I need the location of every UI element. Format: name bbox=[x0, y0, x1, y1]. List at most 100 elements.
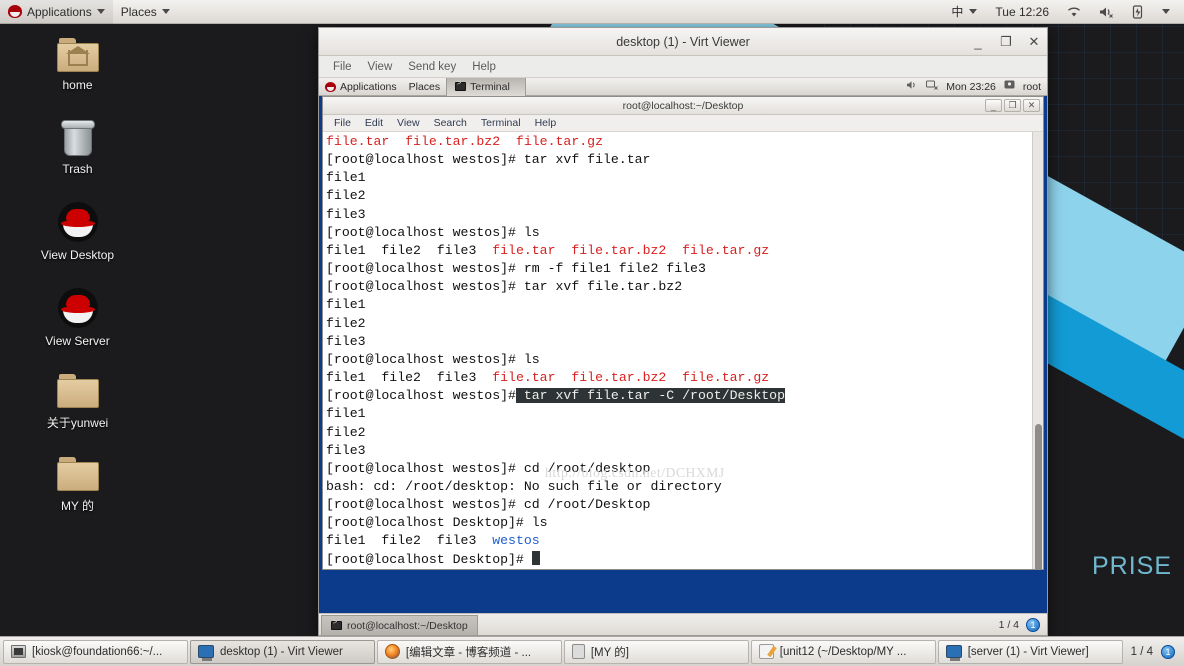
terminal-line: file3 bbox=[326, 442, 366, 458]
terminal-menu-terminal[interactable]: Terminal bbox=[474, 116, 528, 130]
terminal-line: [root@localhost westos]# ls bbox=[326, 224, 540, 240]
terminal-line: file1 bbox=[326, 170, 366, 186]
guest-panel-tray: Mon 23:26 root bbox=[906, 80, 1047, 93]
desktop-icon-label: Trash bbox=[62, 162, 93, 176]
maximize-button[interactable]: ❐ bbox=[999, 34, 1013, 50]
host-taskbar: [kiosk@foundation66:~/... desktop (1) - … bbox=[0, 636, 1184, 666]
taskbar-item-server-virt-viewer[interactable]: [server (1) - Virt Viewer] bbox=[937, 639, 1123, 664]
taskbar-workspace-badge[interactable]: 1 bbox=[1161, 644, 1176, 659]
terminal-menu-help[interactable]: Help bbox=[528, 116, 564, 130]
spice-display-area[interactable]: root@localhost:~/Desktop _ ❐ ✕ File Edit… bbox=[319, 96, 1047, 613]
terminal-menu-view[interactable]: View bbox=[390, 116, 427, 130]
taskbar-item-my-files[interactable]: [MY 的] bbox=[563, 639, 749, 664]
menu-view[interactable]: View bbox=[360, 59, 401, 75]
desktop-icon-view-desktop[interactable]: View Desktop bbox=[0, 198, 155, 266]
taskbar-item-kiosk-terminal[interactable]: [kiosk@foundation66:~/... bbox=[3, 639, 188, 664]
virt-viewer-window: desktop (1) - Virt Viewer _ ❐ ✕ File Vie… bbox=[318, 27, 1048, 636]
terminal-menu-edit[interactable]: Edit bbox=[358, 116, 390, 130]
terminal-line: [root@localhost westos]# cd /root/deskto… bbox=[326, 460, 651, 476]
taskbar-item-unit12-editor[interactable]: [unit12 (~/Desktop/MY ... bbox=[750, 639, 936, 664]
virt-viewer-statusbar: root@localhost:~/Desktop 1 / 4 1 bbox=[319, 613, 1047, 635]
virt-viewer-window-controls: _ ❐ ✕ bbox=[971, 28, 1041, 56]
terminal-maximize-button[interactable]: ❐ bbox=[1004, 99, 1021, 112]
taskbar-item-desktop-virt-viewer[interactable]: desktop (1) - Virt Viewer bbox=[189, 639, 375, 664]
guest-window-task-terminal[interactable]: Terminal bbox=[446, 77, 527, 96]
taskbar-item-label: [kiosk@foundation66:~/... bbox=[32, 645, 163, 658]
host-top-panel: Applications Places 中 Tue 12:26 bbox=[0, 0, 1184, 24]
terminal-line: bash: cd: /root/desktop: No such file or… bbox=[326, 478, 722, 494]
guest-user-label[interactable]: root bbox=[1023, 81, 1041, 93]
guest-places-label: Places bbox=[408, 80, 441, 93]
redhat-logo-icon bbox=[8, 5, 22, 18]
taskbar-page-indicator: 1 / 4 bbox=[1130, 645, 1154, 658]
terminal-title: root@localhost:~/Desktop bbox=[622, 99, 744, 112]
desktop-icon-list: home Trash View Desktop View Server 关于yu… bbox=[0, 34, 155, 536]
terminal-minimize-button[interactable]: _ bbox=[985, 99, 1002, 112]
virt-viewer-tab-label: root@localhost:~/Desktop bbox=[347, 619, 468, 632]
taskbar-item-label: desktop (1) - Virt Viewer bbox=[219, 645, 343, 658]
network-disconnected-icon[interactable] bbox=[926, 80, 939, 93]
desktop-icon-trash[interactable]: Trash bbox=[0, 114, 155, 180]
guest-places-menu[interactable]: Places bbox=[403, 78, 447, 96]
host-panel-tray: 中 Tue 12:26 bbox=[943, 0, 1184, 24]
terminal-line: [root@localhost Desktop]# ls bbox=[326, 515, 548, 531]
terminal-menu-file[interactable]: File bbox=[327, 116, 358, 130]
workspace-badge[interactable]: 1 bbox=[1026, 617, 1040, 632]
menu-file[interactable]: File bbox=[325, 59, 360, 75]
desktop-icon-label: View Desktop bbox=[40, 248, 115, 262]
home-folder-icon bbox=[56, 38, 99, 72]
guest-applications-menu[interactable]: Applications bbox=[319, 78, 403, 96]
desktop-icon-label: View Server bbox=[45, 334, 110, 348]
wallpaper-text: PRISE bbox=[1091, 552, 1172, 580]
desktop-icon-view-server[interactable]: View Server bbox=[0, 284, 155, 352]
folder-icon bbox=[56, 457, 99, 491]
guest-applications-label: Applications bbox=[340, 80, 397, 93]
terminal-icon bbox=[11, 645, 26, 658]
terminal-line: file1 file2 file3 westos bbox=[326, 533, 540, 549]
guest-top-panel: Applications Places Terminal Mon 23:26 r… bbox=[319, 77, 1047, 96]
virt-viewer-menubar: File View Send key Help bbox=[319, 56, 1047, 78]
guest-clock[interactable]: Mon 23:26 bbox=[946, 81, 996, 93]
battery-icon[interactable] bbox=[1124, 0, 1152, 24]
terminal-line: [root@localhost Desktop]# bbox=[326, 550, 1043, 569]
places-menu[interactable]: Places bbox=[113, 0, 178, 24]
menu-send-key[interactable]: Send key bbox=[400, 59, 464, 75]
terminal-menubar: File Edit View Search Terminal Help bbox=[323, 115, 1043, 132]
close-button[interactable]: ✕ bbox=[1027, 34, 1041, 50]
desktop-icon-home[interactable]: home bbox=[0, 34, 155, 96]
wifi-icon[interactable] bbox=[1059, 0, 1089, 24]
taskbar-item-firefox[interactable]: [编辑文章 - 博客频道 - ... bbox=[376, 639, 562, 664]
terminal-output[interactable]: file.tar file.tar.bz2 file.tar.gz [root@l… bbox=[323, 132, 1043, 569]
terminal-titlebar[interactable]: root@localhost:~/Desktop _ ❐ ✕ bbox=[323, 97, 1043, 115]
terminal-scrollbar-thumb[interactable] bbox=[1035, 424, 1042, 569]
host-clock-label: Tue 12:26 bbox=[995, 4, 1049, 19]
user-icon[interactable] bbox=[1004, 80, 1015, 93]
chevron-down-icon bbox=[96, 9, 105, 14]
virt-viewer-display-tab[interactable]: root@localhost:~/Desktop bbox=[321, 615, 478, 635]
places-menu-label: Places bbox=[120, 4, 157, 19]
redhat-icon bbox=[56, 202, 100, 242]
terminal-close-button[interactable]: ✕ bbox=[1023, 99, 1040, 112]
terminal-scrollbar[interactable] bbox=[1032, 132, 1043, 569]
virt-viewer-status-right: 1 / 4 1 bbox=[999, 617, 1047, 632]
terminal-line: [root@localhost westos]# tar xvf file.ta… bbox=[326, 388, 786, 404]
terminal-menu-search[interactable]: Search bbox=[427, 116, 474, 130]
taskbar-workspace-switcher: 1 / 4 1 bbox=[1125, 644, 1181, 659]
menu-help[interactable]: Help bbox=[464, 59, 504, 75]
volume-icon[interactable] bbox=[906, 80, 918, 93]
terminal-line: [root@localhost westos]# tar xvf file.ta… bbox=[326, 152, 651, 168]
folder-icon bbox=[56, 374, 99, 408]
minimize-button[interactable]: _ bbox=[971, 35, 985, 50]
wifi-icon-svg bbox=[1068, 7, 1080, 16]
desktop-icon-yunwei[interactable]: 关于yunwei bbox=[0, 370, 155, 435]
editor-icon bbox=[758, 644, 774, 659]
desktop-icon-my[interactable]: MY 的 bbox=[0, 453, 155, 518]
input-method-indicator[interactable]: 中 bbox=[943, 0, 985, 24]
applications-menu[interactable]: Applications bbox=[0, 0, 113, 24]
system-menu-button[interactable] bbox=[1154, 0, 1178, 24]
redhat-icon bbox=[56, 288, 100, 328]
volume-muted-icon[interactable] bbox=[1091, 0, 1122, 24]
host-clock[interactable]: Tue 12:26 bbox=[987, 0, 1057, 24]
virt-viewer-titlebar[interactable]: desktop (1) - Virt Viewer _ ❐ ✕ bbox=[319, 28, 1047, 56]
terminal-line: [root@localhost westos]# cd /root/Deskto… bbox=[326, 497, 651, 513]
